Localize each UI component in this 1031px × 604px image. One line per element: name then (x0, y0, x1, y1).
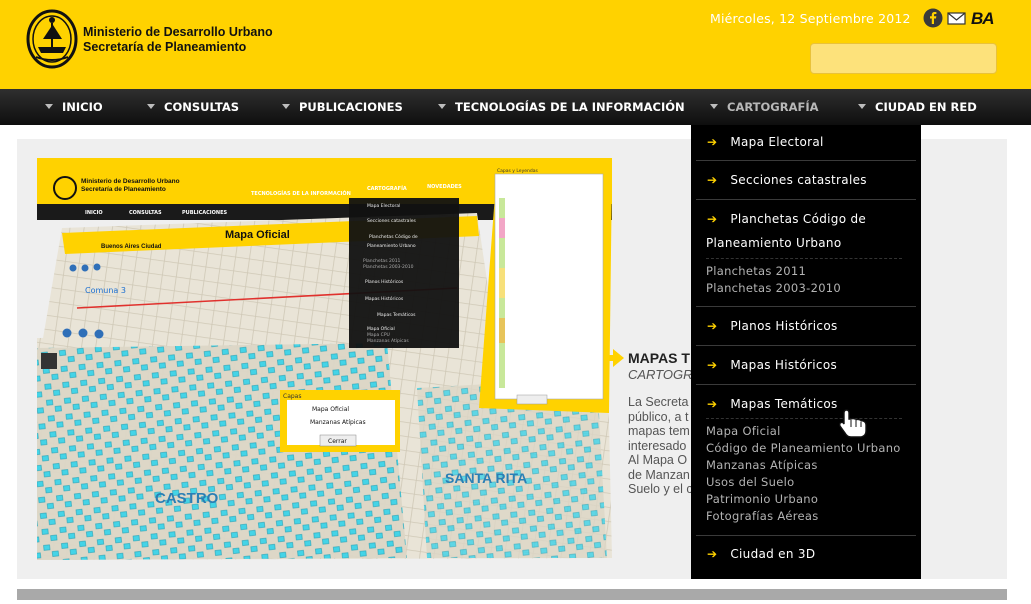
nav-item-label: CARTOGRAFÍA (727, 100, 819, 114)
cartography-banner[interactable]: Ministerio de Desarrollo Urbano Secretar… (37, 158, 617, 560)
dropdown-item-mapas-historicos[interactable]: ➔ Mapas Históricos (696, 346, 916, 385)
arrow-right-icon: ➔ (707, 173, 718, 187)
mail-icon[interactable] (947, 8, 966, 28)
banner-map-title: Mapa Oficial (225, 229, 290, 241)
banner-menu-item: Planchetas 2011 (363, 258, 401, 264)
banner-menu-item: Planos Históricos (365, 278, 404, 285)
arrow-right-icon: ➔ (707, 397, 718, 411)
arrow-right-icon: ➔ (707, 358, 718, 372)
dropdown-subitem[interactable]: Fotografías Aéreas (706, 509, 819, 523)
chevron-down-icon (282, 104, 290, 109)
banner-menu-item: Mapas Históricos (365, 295, 404, 302)
dropdown-item-label: Ciudad en 3D (730, 547, 816, 561)
promo-subtitle: CARTOGR (628, 367, 693, 382)
banner-site-title-2: Secretaría de Planeamiento (81, 186, 166, 193)
dropdown-item-planos-historicos[interactable]: ➔ Planos Históricos (696, 307, 916, 346)
chevron-down-icon (438, 104, 446, 109)
nav-item-consultas[interactable]: CONSULTAS (147, 89, 239, 125)
banner-place-2: CASTRO (155, 490, 219, 507)
chevron-down-icon (710, 104, 718, 109)
dropdown-item-secciones-catastrales[interactable]: ➔ Secciones catastrales (696, 161, 916, 200)
dropdown-item-mapa-electoral[interactable]: ➔ Mapa Electoral (696, 125, 916, 161)
current-date: Miércoles, 12 Septiembre 2012 (710, 11, 911, 26)
banner-layer-2: Manzanas Atípicas (310, 419, 366, 426)
chevron-down-icon (858, 104, 866, 109)
nav-item-ciudad-en-red[interactable]: CIUDAD EN RED (858, 89, 977, 125)
dropdown-subitem[interactable]: Código de Planeamiento Urbano (706, 441, 901, 455)
dropdown-subitem[interactable]: Planchetas 2011 (706, 264, 806, 278)
arrow-right-icon: ➔ (707, 547, 718, 561)
dropdown-subitem[interactable]: Mapa Oficial (706, 424, 781, 438)
banner-menu-item: Mapa Oficial (367, 326, 395, 332)
arrow-right-icon: ➔ (707, 319, 718, 333)
banner-close-button: Cerrar (328, 438, 347, 445)
nav-item-label: INICIO (62, 100, 103, 114)
nav-item-label: CIUDAD EN RED (875, 100, 977, 114)
dropdown-subitem[interactable]: Patrimonio Urbano (706, 492, 818, 506)
banner-site-title-1: Ministerio de Desarrollo Urbano (81, 178, 180, 185)
dropdown-item-label: Planos Históricos (730, 319, 838, 333)
banner-comuna-label: Comuna 3 (85, 286, 126, 295)
dropdown-item-planchetas[interactable]: ➔ Planchetas Código de Planeamiento Urban… (696, 200, 916, 307)
banner-layers-title: Capas y Leyendas (497, 168, 538, 174)
banner-nav-item: TECNOLOGÍAS DE LA INFORMACIÓN (251, 189, 351, 197)
search-input[interactable] (810, 43, 997, 74)
ministry-line-1: Ministerio de Desarrollo Urbano (83, 25, 273, 39)
arrow-right-icon: ➔ (707, 212, 718, 226)
promo-title: MAPAS T (628, 350, 690, 366)
ministry-name[interactable]: Ministerio de Desarrollo Urbano Secretar… (83, 25, 273, 55)
facebook-icon[interactable] (923, 8, 943, 28)
dropdown-item-label: Mapas Históricos (730, 358, 838, 372)
city-seal-icon[interactable] (26, 9, 78, 69)
dropdown-item-ciudad-3d[interactable]: ➔ Ciudad en 3D (696, 536, 916, 579)
dropdown-item-mapas-tematicos[interactable]: ➔ Mapas Temáticos Mapa Oficial Código de … (696, 385, 916, 536)
nav-item-publicaciones[interactable]: PUBLICACIONES (282, 89, 403, 125)
banner-menu-item: Planchetas Código de (369, 233, 418, 240)
banner-menu-item: Planchetas 2003-2010 (363, 264, 414, 270)
nav-item-cartografia[interactable]: CARTOGRAFÍA (710, 89, 819, 125)
dropdown-item-label: Mapas Temáticos (730, 397, 838, 411)
site-header: Ministerio de Desarrollo Urbano Secretar… (0, 0, 1031, 89)
banner-menu-item: Mapa Electoral (367, 203, 400, 209)
banner-menu-item: Manzanas Atípicas (367, 337, 409, 344)
dropdown-item-label: Secciones catastrales (730, 173, 867, 187)
nav-item-label: TECNOLOGÍAS DE LA INFORMACIÓN (455, 100, 685, 114)
banner-menu-item: Planeamiento Urbano (367, 243, 416, 249)
banner-nav-item: NOVEDADES (427, 184, 462, 190)
ba-logo[interactable]: BA (971, 9, 997, 28)
banner-nav-item: PUBLICACIONES (182, 210, 228, 216)
banner-nav-item: CONSULTAS (129, 210, 162, 216)
banner-menu-item: Mapa CPU (367, 332, 390, 338)
dropdown-item-label: Planchetas Código de (730, 212, 867, 226)
nav-item-inicio[interactable]: INICIO (45, 89, 103, 125)
dropdown-subitem[interactable]: Planchetas 2003-2010 (706, 281, 841, 295)
chevron-down-icon (147, 104, 155, 109)
main-nav: INICIO CONSULTAS PUBLICACIONES TECNOLOGÍ… (0, 89, 1031, 125)
banner-menu-item: Mapas Temáticos (377, 311, 416, 318)
chevron-down-icon (45, 104, 53, 109)
bottom-bar (17, 589, 1007, 600)
banner-nav-item: INICIO (85, 210, 103, 216)
dropdown-subitem[interactable]: Usos del Suelo (706, 475, 794, 489)
arrow-right-icon (604, 349, 624, 367)
nav-item-label: CONSULTAS (164, 100, 240, 114)
dropdown-item-label: Mapa Electoral (730, 135, 824, 149)
hand-cursor-icon (839, 409, 867, 438)
cartografia-dropdown: ➔ Mapa Electoral ➔ Secciones catastrales ➔… (691, 125, 921, 579)
nav-item-tecnologias[interactable]: TECNOLOGÍAS DE LA INFORMACIÓN (438, 89, 685, 125)
dropdown-item-label-line-2: Planeamiento Urbano (706, 236, 842, 250)
arrow-right-icon: ➔ (707, 135, 718, 149)
banner-layers-popup-title: Capas (283, 393, 301, 400)
banner-layer-1: Mapa Oficial (312, 406, 349, 413)
dropdown-subitem[interactable]: Manzanas Atípicas (706, 458, 818, 472)
banner-place-1: SANTA RITA (445, 470, 527, 486)
ba-logo-text: BA (971, 9, 995, 28)
banner-nav-item: CARTOGRAFÍA (367, 184, 407, 192)
nav-item-label: PUBLICACIONES (299, 100, 403, 114)
ministry-line-2: Secretaría de Planeamiento (83, 40, 247, 54)
banner-city-label: Buenos Aires Ciudad (101, 244, 162, 250)
banner-menu-item: Secciones catastrales (367, 218, 416, 224)
